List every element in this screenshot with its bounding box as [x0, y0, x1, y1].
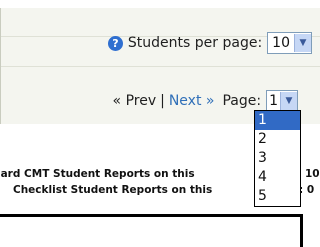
page-option[interactable]: 3	[255, 149, 300, 168]
page-dropdown-list[interactable]: 1 2 3 4 5	[254, 110, 301, 207]
page-option[interactable]: 1	[255, 111, 300, 130]
students-per-page-select[interactable]: 10 ▼	[267, 32, 312, 54]
page-select-value: 1	[269, 93, 278, 109]
chevron-down-icon[interactable]: ▼	[294, 34, 311, 52]
page-option[interactable]: 2	[255, 130, 300, 149]
checklist-reports-count: : 0	[299, 184, 315, 196]
students-per-page-row: ? Students per page: 10 ▼	[107, 32, 312, 54]
prev-link[interactable]: « Prev	[113, 93, 157, 109]
cmt-reports-count: 10	[305, 168, 320, 180]
report-table-border	[0, 214, 303, 247]
page-label: Page:	[222, 93, 262, 109]
pagination-row: « Prev | Next » Page: 1 ▼	[113, 90, 298, 112]
page-select[interactable]: 1 ▼	[266, 90, 298, 112]
pager-separator: |	[160, 93, 165, 109]
divider	[1, 66, 320, 67]
page-option[interactable]: 4	[255, 168, 300, 187]
cmt-reports-text: lard CMT Student Reports on this	[0, 168, 195, 180]
page-option[interactable]: 5	[255, 187, 300, 206]
top-strip	[0, 0, 320, 8]
chevron-down-icon[interactable]: ▼	[280, 92, 297, 110]
students-per-page-value: 10	[272, 35, 290, 51]
next-link[interactable]: Next »	[169, 93, 215, 109]
students-per-page-label: Students per page:	[127, 35, 263, 51]
help-icon[interactable]: ?	[107, 35, 123, 51]
checklist-reports-text: Checklist Student Reports on this	[13, 184, 213, 196]
